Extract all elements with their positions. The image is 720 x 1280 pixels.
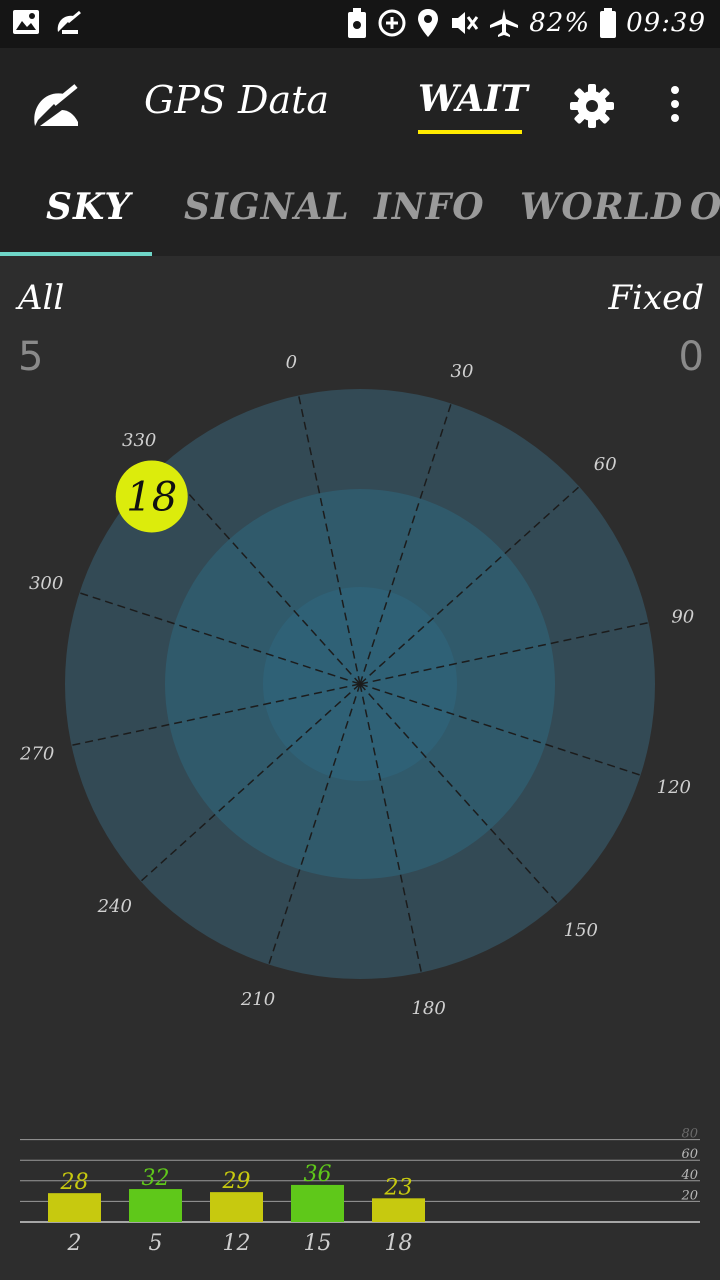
tab-info[interactable]: INFO (374, 186, 485, 228)
sky-azimuth-label: 240 (97, 896, 132, 917)
sky-azimuth-label: 60 (594, 454, 617, 475)
battery-saver-icon (348, 8, 367, 38)
signal-ytick-label: 60 (681, 1147, 698, 1162)
sky-plot[interactable]: 0 30 60 90 120 150 180 210 240 270 300 330 18 (0, 330, 720, 1030)
sky-azimuth-label: 210 (240, 989, 275, 1010)
tab-bar: SKY SIGNAL INFO WORLD OTHER (0, 160, 720, 256)
wait-button[interactable]: WAIT (418, 78, 528, 134)
battery-percent: 82% (529, 8, 591, 38)
signal-bar-prn: 5 (149, 1231, 163, 1256)
status-time: 09:39 (626, 8, 706, 38)
all-label: All (18, 278, 65, 318)
tab-sky[interactable]: SKY (46, 186, 131, 228)
signal-bar (129, 1189, 182, 1222)
fixed-label: Fixed (608, 278, 704, 318)
tab-world[interactable]: WORLD (520, 186, 683, 228)
signal-bar-prn: 2 (67, 1231, 82, 1256)
more-vert-icon[interactable] (660, 84, 690, 128)
tab-indicator (0, 252, 152, 256)
vibrate-icon (452, 12, 479, 34)
airplane-icon (490, 9, 519, 37)
signal-bar-value: 32 (142, 1166, 170, 1191)
satellite-dish-icon (34, 84, 78, 126)
sky-azimuth-label: 180 (411, 998, 445, 1019)
signal-ytick-label: 20 (680, 1188, 698, 1203)
signal-bar-prn: 12 (223, 1231, 251, 1256)
sky-azimuth-label: 330 (122, 430, 156, 451)
signal-ytick-label: 80 (681, 1127, 698, 1142)
sky-azimuth-label: 90 (671, 606, 694, 627)
signal-bar-prn: 15 (304, 1231, 332, 1256)
signal-bar (291, 1184, 344, 1222)
signal-bar-value: 28 (60, 1170, 89, 1195)
app-title: GPS Data (144, 78, 330, 122)
gear-icon[interactable] (570, 84, 614, 128)
sky-azimuth-label: 150 (564, 920, 598, 941)
tab-signal[interactable]: SIGNAL (184, 186, 350, 228)
signal-bar (210, 1192, 263, 1222)
satellite-prn-label: 18 (126, 474, 177, 520)
sky-satellites[interactable]: 18 (115, 460, 188, 533)
tab-overflow-clip: OTHER (690, 160, 720, 256)
sky-azimuth-label: 120 (657, 777, 691, 798)
sky-azimuth-label: 300 (29, 573, 63, 594)
signal-bar-value: 23 (384, 1175, 413, 1200)
signal-bar-prn: 18 (385, 1231, 413, 1256)
location-icon (418, 9, 439, 37)
data-saver-icon (378, 9, 406, 37)
signal-bar (372, 1198, 425, 1222)
signal-bar (48, 1193, 101, 1222)
signal-bars: 28 2 32 5 29 12 36 15 23 18 (48, 1162, 425, 1256)
status-bar: 82% 09:39 (0, 0, 720, 48)
signal-bar-value: 29 (222, 1169, 251, 1194)
signal-gridlines: 20 40 60 80 (20, 1127, 700, 1223)
image-icon (13, 10, 39, 34)
sky-azimuth-label: 30 (451, 361, 474, 382)
app-bar: GPS Data WAIT (0, 48, 720, 160)
tab-other[interactable]: OTHER (690, 186, 720, 228)
signal-bar-value: 36 (304, 1162, 332, 1187)
signal-bar-chart: 20 40 60 80 28 2 32 5 29 12 36 15 23 18 (20, 1127, 700, 1256)
signal-ytick-label: 40 (680, 1168, 698, 1183)
satellite-icon (57, 10, 81, 34)
sky-azimuth-label: 270 (19, 744, 54, 765)
battery-icon (600, 8, 617, 38)
sky-azimuth-label: 0 (286, 352, 297, 373)
